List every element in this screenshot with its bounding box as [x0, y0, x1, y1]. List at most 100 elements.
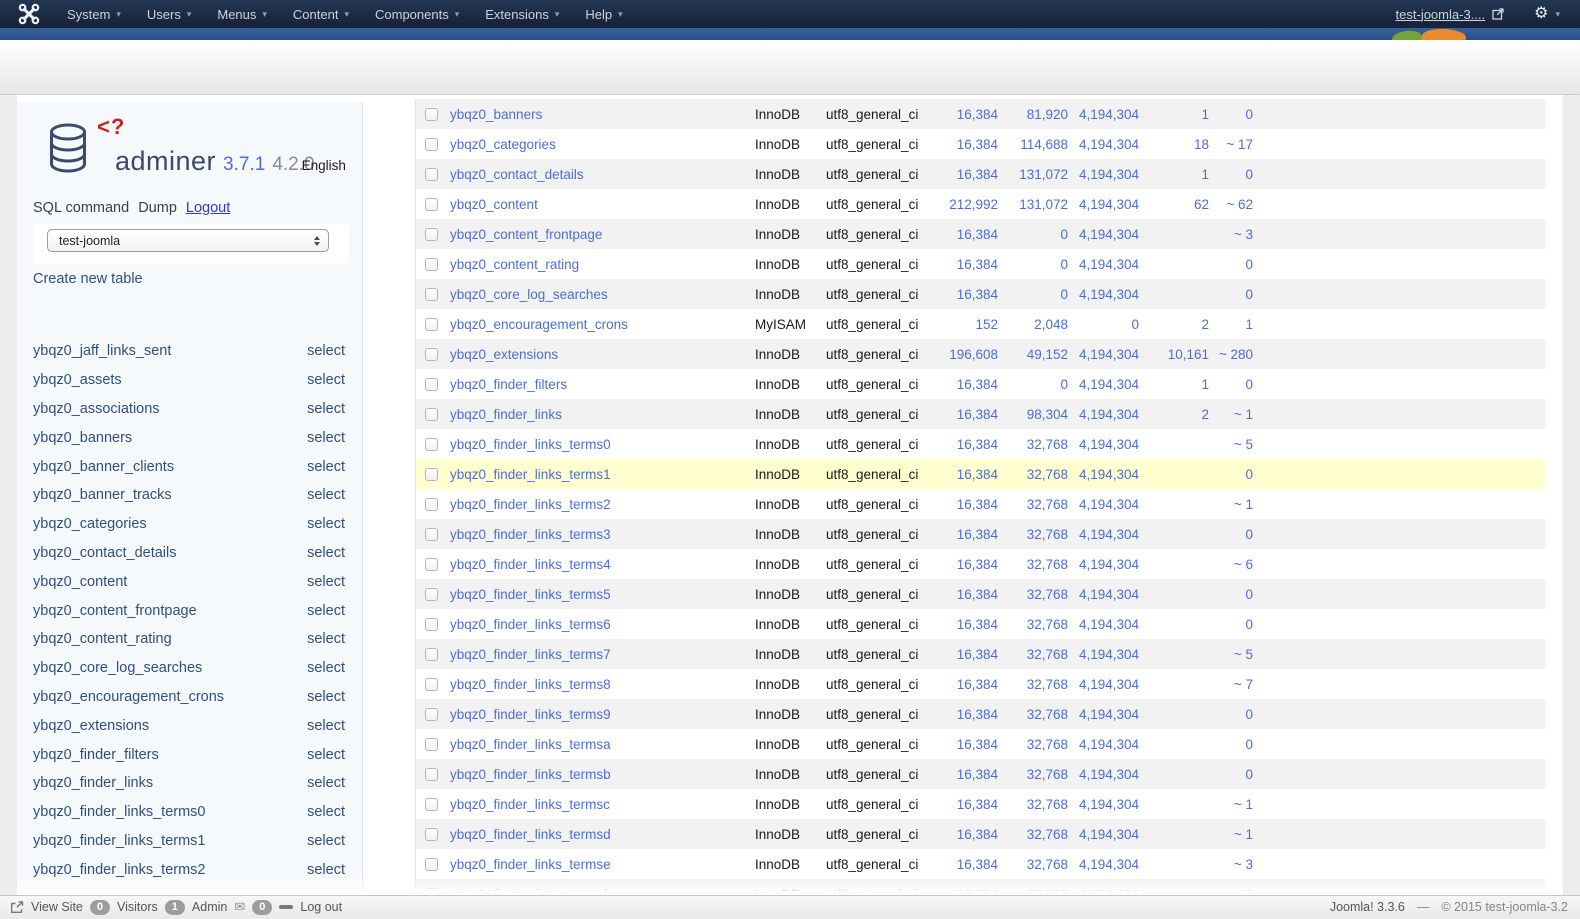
sidebar-select-link[interactable]: select	[307, 343, 345, 359]
messages-icon[interactable]: ✉	[234, 899, 245, 915]
sidebar-select-link[interactable]: select	[307, 747, 345, 763]
table-name-link[interactable]: ybqz0_core_log_searches	[450, 287, 755, 302]
row-checkbox[interactable]	[425, 318, 438, 331]
rows-count-link[interactable]: ~ 5	[1209, 437, 1253, 452]
top-menu-item[interactable]: Components ▾	[362, 7, 472, 22]
logout-link[interactable]: Logout	[186, 200, 230, 216]
table-name-link[interactable]: ybqz0_finder_links_termsd	[450, 827, 755, 842]
row-checkbox[interactable]	[425, 348, 438, 361]
table-name-link[interactable]: ybqz0_contact_details	[450, 167, 755, 182]
row-checkbox[interactable]	[425, 648, 438, 661]
table-name-link[interactable]: ybqz0_finder_links_terms1	[450, 467, 755, 482]
language-link[interactable]: English	[302, 158, 346, 173]
rows-count-link[interactable]: 0	[1209, 707, 1253, 722]
sidebar-select-link[interactable]: select	[307, 804, 345, 820]
rows-count-link[interactable]: 0	[1209, 527, 1253, 542]
rows-count-link[interactable]: ~ 1	[1209, 407, 1253, 422]
table-name-link[interactable]: ybqz0_finder_links_terms4	[450, 557, 755, 572]
top-menu-item[interactable]: Content ▾	[280, 7, 362, 22]
sidebar-select-link[interactable]: select	[307, 487, 345, 503]
sidebar-select-link[interactable]: select	[307, 372, 345, 388]
rows-count-link[interactable]: 0	[1209, 617, 1253, 632]
sidebar-select-link[interactable]: select	[307, 401, 345, 417]
rows-count-link[interactable]: 0	[1209, 167, 1253, 182]
sidebar-table-link[interactable]: ybqz0_categories	[33, 516, 147, 532]
row-checkbox[interactable]	[425, 828, 438, 841]
rows-count-link[interactable]: ~ 280	[1209, 347, 1253, 362]
row-checkbox[interactable]	[425, 408, 438, 421]
top-menu-item[interactable]: Help ▾	[572, 7, 635, 22]
table-name-link[interactable]: ybqz0_content	[450, 197, 755, 212]
sidebar-select-link[interactable]: select	[307, 430, 345, 446]
row-checkbox[interactable]	[425, 468, 438, 481]
rows-count-link[interactable]: 0	[1209, 287, 1253, 302]
rows-count-link[interactable]: ~ 62	[1209, 197, 1253, 212]
sidebar-select-link[interactable]: select	[307, 775, 345, 791]
table-name-link[interactable]: ybqz0_content_rating	[450, 257, 755, 272]
table-name-link[interactable]: ybqz0_finder_links_termsa	[450, 737, 755, 752]
sidebar-table-link[interactable]: ybqz0_assets	[33, 372, 122, 388]
sidebar-table-link[interactable]: ybqz0_finder_links	[33, 775, 153, 791]
rows-count-link[interactable]: 0	[1209, 257, 1253, 272]
table-name-link[interactable]: ybqz0_content_frontpage	[450, 227, 755, 242]
row-checkbox[interactable]	[425, 708, 438, 721]
rows-count-link[interactable]: 1	[1209, 317, 1253, 332]
sidebar-select-link[interactable]: select	[307, 631, 345, 647]
sidebar-table-link[interactable]: ybqz0_jaff_links_sent	[33, 343, 171, 359]
sidebar-select-link[interactable]: select	[307, 574, 345, 590]
table-name-link[interactable]: ybqz0_finder_links_terms7	[450, 647, 755, 662]
adminer-version-link[interactable]: 3.7.1	[223, 154, 265, 175]
sidebar-select-link[interactable]: select	[307, 718, 345, 734]
top-menu-item[interactable]: Extensions ▾	[472, 7, 572, 22]
sql-command-link[interactable]: SQL command	[33, 200, 129, 216]
row-checkbox[interactable]	[425, 558, 438, 571]
sidebar-select-link[interactable]: select	[307, 516, 345, 532]
sidebar-table-link[interactable]: ybqz0_contact_details	[33, 545, 177, 561]
rows-count-link[interactable]: ~ 1	[1209, 497, 1253, 512]
sidebar-select-link[interactable]: select	[307, 660, 345, 676]
sidebar-select-link[interactable]: select	[307, 545, 345, 561]
sidebar-table-link[interactable]: ybqz0_finder_links_terms3	[33, 891, 205, 895]
row-checkbox[interactable]	[425, 288, 438, 301]
sidebar-table-link[interactable]: ybqz0_associations	[33, 401, 160, 417]
row-checkbox[interactable]	[425, 228, 438, 241]
row-checkbox[interactable]	[425, 798, 438, 811]
rows-count-link[interactable]: 0	[1209, 737, 1253, 752]
row-checkbox[interactable]	[425, 108, 438, 121]
sidebar-table-link[interactable]: ybqz0_extensions	[33, 718, 149, 734]
rows-count-link[interactable]: 0	[1209, 467, 1253, 482]
table-name-link[interactable]: ybqz0_finder_links_termsc	[450, 797, 755, 812]
row-checkbox[interactable]	[425, 378, 438, 391]
rows-count-link[interactable]: ~ 1	[1209, 827, 1253, 842]
sidebar-select-link[interactable]: select	[307, 689, 345, 705]
sidebar-table-link[interactable]: ybqz0_banner_clients	[33, 459, 174, 475]
sidebar-select-link[interactable]: select	[307, 459, 345, 475]
table-name-link[interactable]: ybqz0_finder_links_terms6	[450, 617, 755, 632]
database-select[interactable]: test-joomla	[47, 229, 329, 252]
row-checkbox[interactable]	[425, 528, 438, 541]
site-preview-link[interactable]: test-joomla-3....	[1396, 7, 1505, 22]
table-name-link[interactable]: ybqz0_finder_links_terms3	[450, 527, 755, 542]
sidebar-table-link[interactable]: ybqz0_encouragement_crons	[33, 689, 224, 705]
table-name-link[interactable]: ybqz0_finder_links_terms5	[450, 587, 755, 602]
row-checkbox[interactable]	[425, 768, 438, 781]
sidebar-select-link[interactable]: select	[307, 833, 345, 849]
rows-count-link[interactable]: 0	[1209, 887, 1253, 896]
table-name-link[interactable]: ybqz0_finder_links_terms9	[450, 707, 755, 722]
table-name-link[interactable]: ybqz0_finder_links_terms2	[450, 497, 755, 512]
sidebar-table-link[interactable]: ybqz0_banners	[33, 430, 132, 446]
rows-count-link[interactable]: ~ 3	[1209, 857, 1253, 872]
sidebar-table-link[interactable]: ybqz0_finder_links_terms2	[33, 862, 205, 878]
table-name-link[interactable]: ybqz0_encouragement_crons	[450, 317, 755, 332]
sidebar-table-link[interactable]: ybqz0_banner_tracks	[33, 487, 172, 503]
sidebar-table-link[interactable]: ybqz0_content	[33, 574, 127, 590]
table-name-link[interactable]: ybqz0_finder_links_termsf	[450, 887, 755, 896]
row-checkbox[interactable]	[425, 738, 438, 751]
sidebar-table-link[interactable]: ybqz0_finder_links_terms0	[33, 804, 205, 820]
row-checkbox[interactable]	[425, 168, 438, 181]
sidebar-table-link[interactable]: ybqz0_content_frontpage	[33, 603, 197, 619]
table-name-link[interactable]: ybqz0_finder_links	[450, 407, 755, 422]
rows-count-link[interactable]: ~ 17	[1209, 137, 1253, 152]
rows-count-link[interactable]: ~ 3	[1209, 227, 1253, 242]
sidebar-table-link[interactable]: ybqz0_finder_filters	[33, 747, 159, 763]
